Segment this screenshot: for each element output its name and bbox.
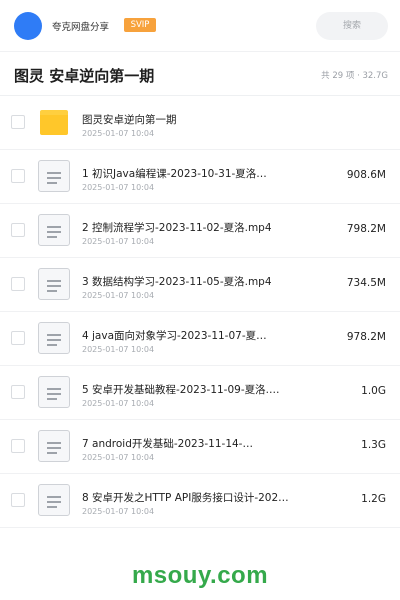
file-name: 4 java面向对象学习-2023-11-07-夏… (82, 330, 267, 342)
modified-date: 2025-01-07 10:04 (82, 507, 155, 516)
file-size: 734.5M (346, 277, 386, 289)
select-checkbox[interactable] (11, 115, 25, 129)
select-checkbox[interactable] (11, 493, 25, 507)
svip-badge: SVIP (124, 18, 156, 32)
list-item[interactable]: 5 安卓开发基础教程-2023-11-09-夏洛.… 2025-01-07 10:… (0, 366, 400, 420)
list-item[interactable]: 1 初识Java编程课-2023-10-31-夏洛… 2025-01-07 10:… (0, 150, 400, 204)
file-size: 1.3G (361, 439, 386, 451)
file-icon (38, 484, 70, 516)
modified-date: 2025-01-07 10:04 (82, 399, 155, 408)
file-size: 1.2G (361, 493, 386, 505)
file-name: 3 数据结构学习-2023-11-05-夏洛.mp4 (82, 276, 272, 288)
file-list: 图灵安卓逆向第一期 2025-01-07 10:04 1 初识Java编程课-202… (0, 96, 400, 528)
file-name: 8 安卓开发之HTTP API服务接口设计-202… (82, 492, 289, 504)
select-checkbox[interactable] (11, 439, 25, 453)
list-item[interactable]: 8 安卓开发之HTTP API服务接口设计-202… 2025-01-07 10:… (0, 474, 400, 528)
modified-date: 2025-01-07 10:04 (82, 237, 155, 246)
select-checkbox[interactable] (11, 169, 25, 183)
modified-date: 2025-01-07 10:04 (82, 129, 155, 138)
search-input[interactable]: 搜索 (316, 12, 388, 40)
modified-date: 2025-01-07 10:04 (82, 345, 155, 354)
list-item[interactable]: 3 数据结构学习-2023-11-05-夏洛.mp4 2025-01-07 10:… (0, 258, 400, 312)
file-icon (38, 376, 70, 408)
file-size: 798.2M (346, 223, 386, 235)
list-item[interactable]: 图灵安卓逆向第一期 2025-01-07 10:04 (0, 96, 400, 150)
item-count-summary: 共 29 项 · 32.7G (321, 71, 388, 81)
share-title: 夸克网盘分享 (52, 22, 110, 33)
select-checkbox[interactable] (11, 277, 25, 291)
file-size: 908.6M (346, 169, 386, 181)
folder-header: 图灵 安卓逆向第一期 共 29 项 · 32.7G (0, 52, 400, 96)
file-name: 2 控制流程学习-2023-11-02-夏洛.mp4 (82, 222, 272, 234)
file-size: 1.0G (361, 385, 386, 397)
top-bar: 夸克网盘分享 SVIP 搜索 (0, 0, 400, 52)
list-item[interactable]: 7 android开发基础-2023-11-14-… 2025-01-07 10:… (0, 420, 400, 474)
file-icon (38, 430, 70, 462)
modified-date: 2025-01-07 10:04 (82, 183, 155, 192)
file-icon (38, 214, 70, 246)
file-name: 5 安卓开发基础教程-2023-11-09-夏洛.… (82, 384, 280, 396)
file-name: 7 android开发基础-2023-11-14-… (82, 438, 253, 450)
list-item[interactable]: 4 java面向对象学习-2023-11-07-夏… 2025-01-07 10:… (0, 312, 400, 366)
avatar[interactable] (14, 12, 42, 40)
select-checkbox[interactable] (11, 385, 25, 399)
select-checkbox[interactable] (11, 223, 25, 237)
list-item[interactable]: 2 控制流程学习-2023-11-02-夏洛.mp4 2025-01-07 10:… (0, 204, 400, 258)
file-icon (38, 268, 70, 300)
page-title: 图灵 安卓逆向第一期 (14, 67, 155, 85)
file-name: 图灵安卓逆向第一期 (82, 114, 177, 126)
select-checkbox[interactable] (11, 331, 25, 345)
file-size: 978.2M (346, 331, 386, 343)
watermark: msouy.com (131, 562, 269, 589)
file-icon (38, 322, 70, 354)
file-icon (38, 160, 70, 192)
modified-date: 2025-01-07 10:04 (82, 291, 155, 300)
file-name: 1 初识Java编程课-2023-10-31-夏洛… (82, 168, 267, 180)
folder-icon (38, 106, 70, 138)
modified-date: 2025-01-07 10:04 (82, 453, 155, 462)
